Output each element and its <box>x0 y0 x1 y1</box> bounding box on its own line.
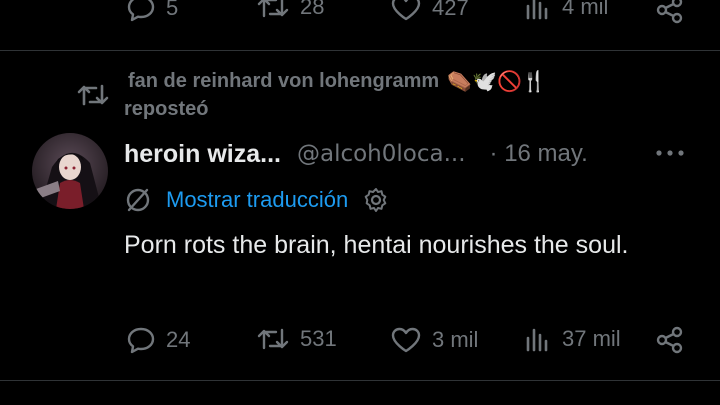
translate-icon <box>124 186 152 214</box>
repost-header-line: fan de reinhard von lohengramm ⚰️🕊️🚫🍴 <box>128 66 547 96</box>
divider-bottom <box>0 380 720 381</box>
translate-link[interactable]: Mostrar traducción <box>124 185 390 215</box>
tweet-date[interactable]: · 16 may. <box>490 140 588 168</box>
reply-icon <box>126 326 156 354</box>
heart-icon <box>390 0 422 22</box>
user-handle[interactable]: @alcoh0loca... <box>297 141 466 167</box>
repost-indicator-icon <box>76 82 110 108</box>
share-button[interactable] <box>655 326 685 354</box>
heart-icon <box>390 326 422 354</box>
avatar[interactable] <box>32 133 108 209</box>
share-icon <box>655 0 685 24</box>
views-count: 37 mil <box>562 326 621 351</box>
reply-count: 24 <box>166 327 191 352</box>
prev-repost-button[interactable]: 28 <box>256 0 324 20</box>
views-icon <box>524 0 552 20</box>
more-options-icon[interactable] <box>655 148 685 158</box>
prev-views-count: 4 mil <box>562 0 609 19</box>
tweet-text: Porn rots the brain, hentai nourishes th… <box>124 231 629 259</box>
prev-share-button[interactable] <box>655 0 685 24</box>
prev-reply-button[interactable]: 5 <box>126 0 178 22</box>
repost-verb: reposteó <box>124 98 209 120</box>
reply-icon <box>126 0 156 22</box>
views-button[interactable]: 37 mil <box>524 326 621 352</box>
reposter-name[interactable]: fan de reinhard von lohengramm <box>128 70 439 93</box>
prev-like-button[interactable]: 427 <box>390 0 469 22</box>
views-icon <box>524 326 552 352</box>
share-icon <box>655 326 685 354</box>
display-name[interactable]: heroin wiza... <box>124 140 281 169</box>
prev-reply-count: 5 <box>166 0 179 20</box>
prev-repost-count: 28 <box>300 0 325 19</box>
prev-like-count: 427 <box>432 0 469 20</box>
reposter-emojis: ⚰️🕊️🚫🍴 <box>447 70 547 93</box>
repost-icon <box>256 326 290 352</box>
repost-count: 531 <box>300 326 337 351</box>
gear-icon[interactable] <box>362 186 390 214</box>
repost-icon <box>256 0 290 20</box>
like-count: 3 mil <box>432 327 479 352</box>
translate-label[interactable]: Mostrar traducción <box>166 187 348 213</box>
reply-button[interactable]: 24 <box>126 326 190 354</box>
prev-views-button[interactable]: 4 mil <box>524 0 608 20</box>
tweet-header: heroin wiza... @alcoh0loca... · 16 may. <box>124 138 588 170</box>
repost-button[interactable]: 531 <box>256 326 337 352</box>
like-button[interactable]: 3 mil <box>390 326 478 354</box>
divider-top <box>0 50 720 51</box>
